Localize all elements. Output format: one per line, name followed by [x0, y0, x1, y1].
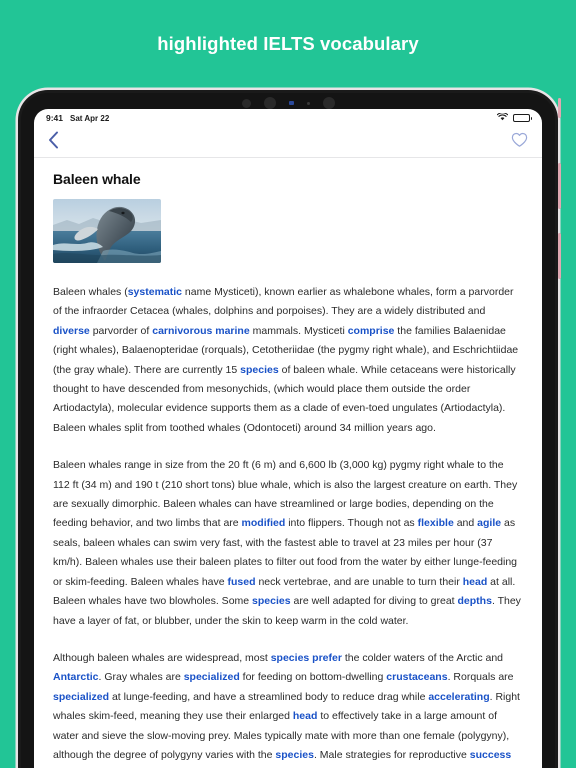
highlighted-vocabulary-word[interactable]: modified	[242, 517, 286, 529]
article-thumbnail-image[interactable]	[53, 199, 161, 263]
highlighted-vocabulary-word[interactable]: head	[463, 576, 488, 588]
ambient-light-sensor-icon	[306, 101, 310, 105]
camera-cluster	[21, 97, 555, 109]
wifi-icon	[496, 112, 509, 123]
highlighted-vocabulary-word[interactable]: specialized	[184, 671, 240, 683]
highlighted-vocabulary-word[interactable]: agile	[477, 517, 501, 529]
status-bar-right	[496, 112, 532, 123]
status-bar-left: 9:41 Sat Apr 22	[46, 113, 109, 123]
battery-icon	[513, 114, 532, 122]
device-screen: 9:41 Sat Apr 22 Baleen whale Baleen whal…	[34, 109, 542, 768]
volume-up-button[interactable]	[557, 163, 561, 209]
highlighted-vocabulary-word[interactable]: depths	[458, 595, 492, 607]
highlighted-vocabulary-word[interactable]: flexible	[418, 517, 454, 529]
highlighted-vocabulary-word[interactable]: species prefer	[271, 652, 342, 664]
highlighted-vocabulary-word[interactable]: accelerating	[428, 691, 489, 703]
highlighted-vocabulary-word[interactable]: Antarctic	[53, 671, 99, 683]
promo-banner: highlighted IELTS vocabulary	[0, 0, 576, 88]
highlighted-vocabulary-word[interactable]: species	[240, 364, 279, 376]
article-paragraph: Baleen whales (systematic name Mysticeti…	[53, 286, 519, 434]
status-bar-time: 9:41	[46, 113, 64, 123]
highlighted-vocabulary-word[interactable]: head	[293, 710, 318, 722]
highlighted-vocabulary-word[interactable]: species	[275, 749, 314, 761]
sensor-icon	[288, 101, 294, 105]
volume-down-button[interactable]	[557, 233, 561, 279]
status-bar: 9:41 Sat Apr 22	[34, 109, 542, 127]
article-body: Baleen whales (systematic name Mysticeti…	[53, 283, 523, 768]
article-paragraph: Baleen whales range in size from the 20 …	[53, 459, 521, 627]
camera-lens-icon	[322, 97, 335, 109]
article-paragraph: Although baleen whales are widespread, m…	[53, 651, 520, 761]
navigation-bar	[34, 127, 542, 158]
back-chevron-icon[interactable]	[48, 131, 59, 154]
page-title: Baleen whale	[53, 171, 141, 187]
heart-icon[interactable]	[511, 132, 528, 153]
highlighted-vocabulary-word[interactable]: systematic	[128, 286, 182, 298]
highlighted-vocabulary-word[interactable]: species	[252, 595, 291, 607]
highlighted-vocabulary-word[interactable]: comprise	[348, 325, 395, 337]
highlighted-vocabulary-word[interactable]: diverse	[53, 325, 90, 337]
camera-lens-icon	[263, 97, 276, 109]
highlighted-vocabulary-word[interactable]: carnivorous marine	[152, 325, 249, 337]
highlighted-vocabulary-word[interactable]: crustaceans	[386, 671, 447, 683]
power-button[interactable]	[557, 98, 561, 118]
highlighted-vocabulary-word[interactable]: specialized	[53, 691, 109, 703]
highlighted-vocabulary-word[interactable]: fused	[228, 576, 256, 588]
promo-banner-title: highlighted IELTS vocabulary	[157, 33, 419, 54]
status-bar-date: Sat Apr 22	[70, 114, 110, 123]
article-content[interactable]: Baleen whale Baleen whales (systematic n…	[34, 158, 542, 768]
tablet-device-frame: 9:41 Sat Apr 22 Baleen whale Baleen whal…	[18, 90, 561, 768]
camera-lens-icon	[241, 98, 251, 108]
device-bezel: 9:41 Sat Apr 22 Baleen whale Baleen whal…	[21, 93, 561, 768]
highlighted-vocabulary-word[interactable]: success	[470, 749, 511, 761]
